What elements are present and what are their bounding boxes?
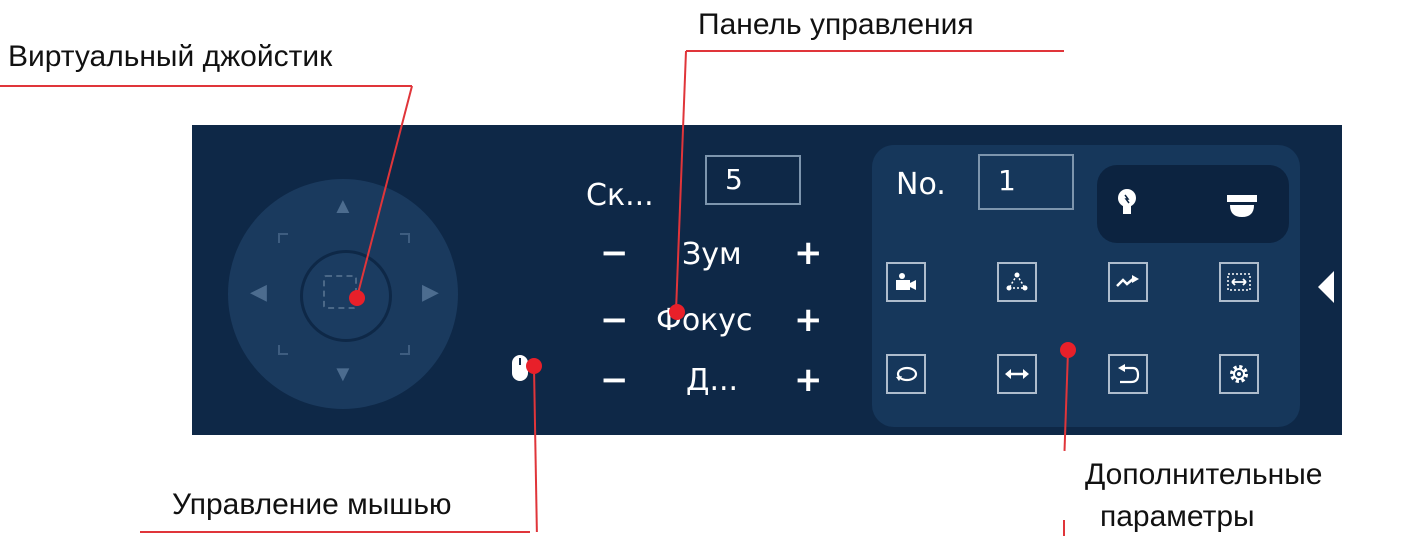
joystick-underline xyxy=(0,85,412,87)
zoom-label: Зум xyxy=(682,237,742,272)
pattern-button[interactable] xyxy=(1108,262,1148,302)
extra-params-leader-stub xyxy=(1063,520,1065,536)
gear-icon xyxy=(1230,365,1248,383)
extra-params-callout-dot xyxy=(1060,342,1076,358)
extra-params-callout-line1: Дополнительные xyxy=(1085,458,1323,491)
joystick-up-arrow-icon[interactable]: ▲ xyxy=(332,195,354,217)
preset-no-input[interactable]: 1 xyxy=(978,154,1074,210)
preset-camera-button[interactable] xyxy=(886,262,926,302)
control-panel-callout: Панель управления xyxy=(698,8,974,41)
joystick-up-left-arrow-icon[interactable] xyxy=(278,233,288,243)
control-panel-callout-dot xyxy=(669,304,685,320)
joystick-left-arrow-icon[interactable]: ◀ xyxy=(250,281,267,303)
focus-near-button[interactable]: − xyxy=(600,300,629,340)
mouse-callout-dot xyxy=(526,358,542,374)
iris-label: Д... xyxy=(686,363,739,398)
mouse-underline xyxy=(140,531,530,533)
focus-far-button[interactable]: + xyxy=(794,300,823,340)
joystick-up-right-arrow-icon[interactable] xyxy=(400,233,410,243)
joystick-right-arrow-icon[interactable]: ▶ xyxy=(422,281,439,303)
ptz-panel: ▲ ▼ ◀ ▶ Ск... 5 − Зум + − Фокус + − Д...… xyxy=(192,125,1342,435)
preset-no-label: No. xyxy=(896,167,946,202)
rotate-button[interactable] xyxy=(886,354,926,394)
flip-button[interactable] xyxy=(1108,354,1148,394)
flip-icon xyxy=(1118,364,1140,384)
zoom-in-button[interactable]: + xyxy=(794,233,823,273)
lightbulb-icon[interactable] xyxy=(1116,187,1138,221)
control-panel-underline xyxy=(686,50,1064,52)
zoom-out-button[interactable]: − xyxy=(600,233,629,273)
joystick-callout-dot xyxy=(349,290,365,306)
dome-camera-icon[interactable] xyxy=(1226,191,1258,219)
iris-close-button[interactable]: − xyxy=(600,360,629,400)
pan-button[interactable] xyxy=(997,354,1037,394)
tour-nodes-icon xyxy=(1006,272,1028,291)
joystick-callout: Виртуальный джойстик xyxy=(8,40,333,73)
mouse-callout: Управление мышью xyxy=(172,488,452,521)
joystick-down-left-arrow-icon[interactable] xyxy=(278,345,288,355)
pan-arrows-icon xyxy=(1005,369,1029,379)
extra-params-callout-line2: параметры xyxy=(1100,500,1255,533)
tour-button[interactable] xyxy=(997,262,1037,302)
pattern-arrow-icon xyxy=(1116,275,1139,287)
collapse-panel-arrow-icon[interactable] xyxy=(1318,271,1334,303)
rotate-icon xyxy=(896,366,918,382)
scan-icon xyxy=(1227,273,1251,291)
joystick-down-right-arrow-icon[interactable] xyxy=(400,345,410,355)
joystick-down-arrow-icon[interactable]: ▼ xyxy=(332,363,354,385)
preset-camera-icon xyxy=(896,273,916,290)
speed-input[interactable]: 5 xyxy=(705,155,801,205)
scan-button[interactable] xyxy=(1219,262,1259,302)
speed-label: Ск... xyxy=(586,178,654,213)
iris-open-button[interactable]: + xyxy=(794,360,823,400)
settings-button[interactable] xyxy=(1219,354,1259,394)
